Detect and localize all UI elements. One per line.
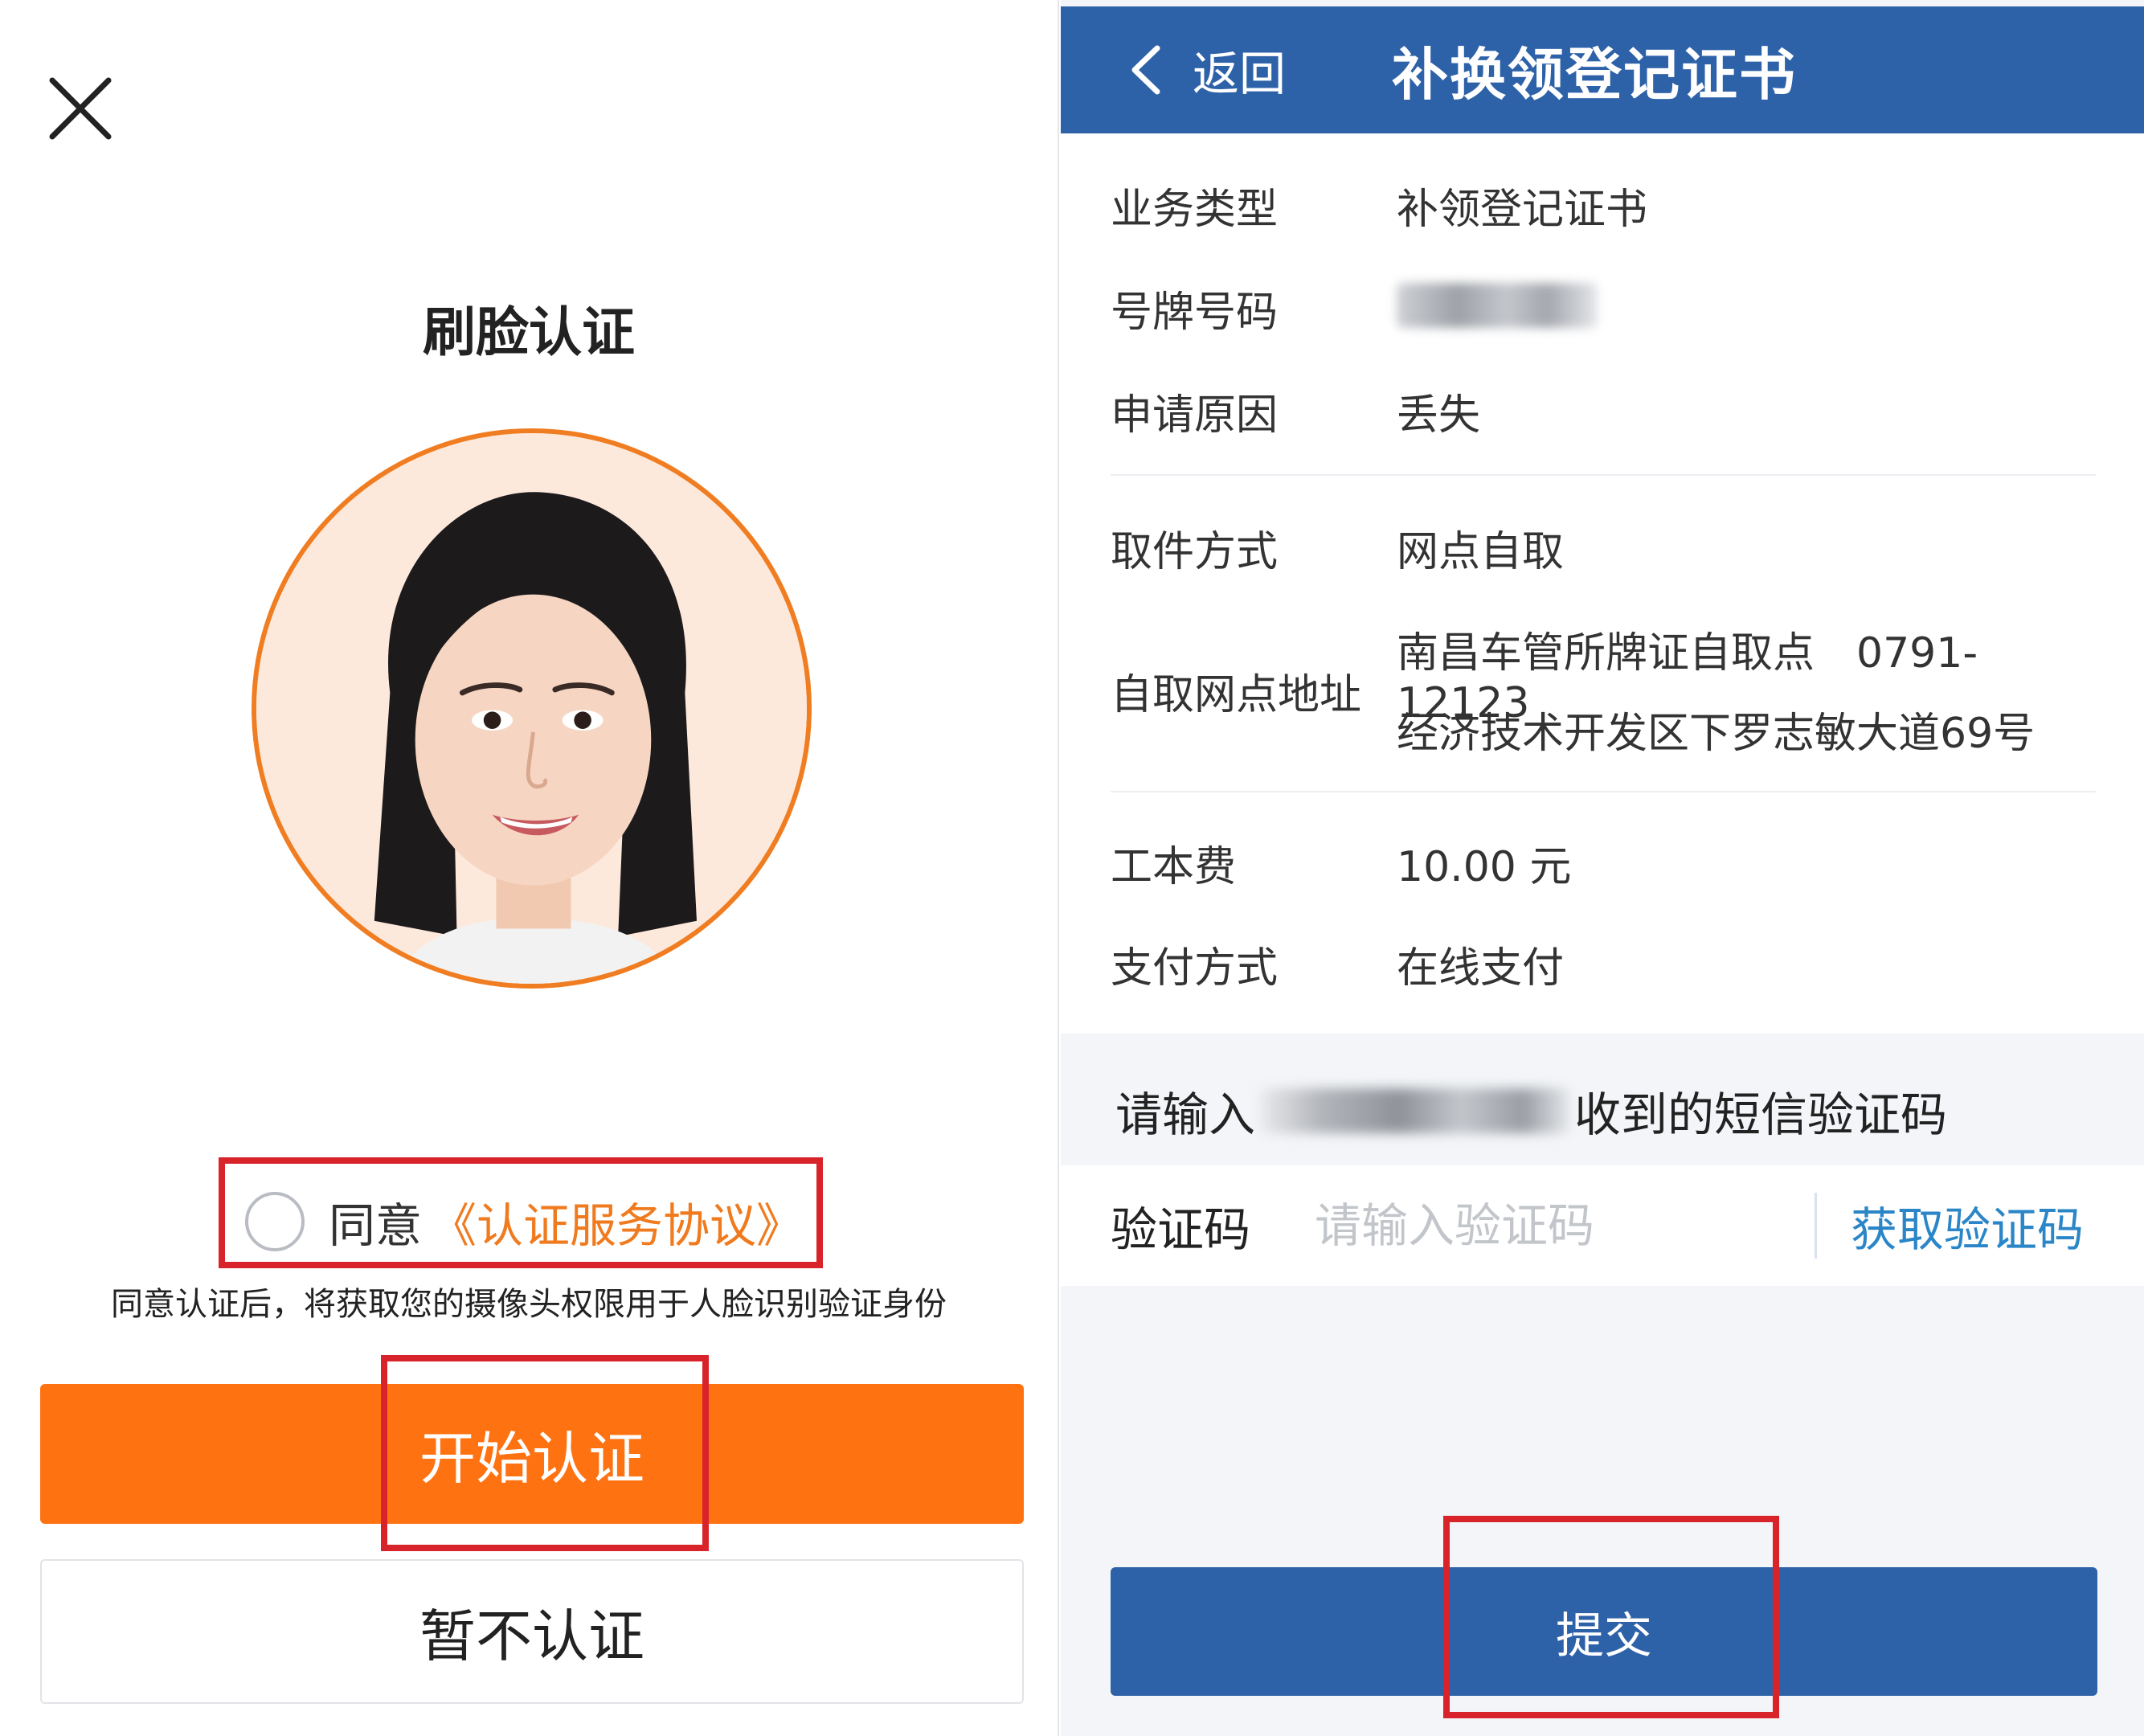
submit-button[interactable]: 提交 [1111,1567,2097,1696]
close-icon [49,77,112,140]
field-value: 经济技术开发区下罗志敏大道69号 [1397,710,2036,758]
field-label: 取件方式 [1111,528,1279,576]
field-label: 号牌号码 [1111,289,1279,337]
face-auth-panel: 刷脸认证 同意 《认证服务协议》 同意认证后，将获取您的摄像头权限用于人脸识别验… [0,0,1058,1736]
reissue-form-panel: 返回 补换领登记证书 业务类型 补领登记证书 号牌号码 申请原因 丢失 取件方式… [1061,0,2144,1736]
sms-prompt-suffix: 收到的短信验证码 [1574,1087,1948,1142]
back-label: 返回 [1193,47,1287,101]
field-value: 10.00 元 [1397,843,1572,891]
section-divider [1111,791,2096,792]
start-auth-button[interactable]: 开始认证 [40,1384,1024,1524]
redacted-phone-number [1260,1088,1570,1133]
chevron-left-icon [1131,45,1160,95]
field-value: 网点自取 [1397,528,1565,576]
verification-code-input[interactable] [1315,1194,1829,1258]
page-title: 刷脸认证 [423,301,635,363]
sms-prompt: 请输入 收到的短信验证码 [1115,1077,1947,1144]
field-label: 支付方式 [1111,944,1279,993]
order-info-card: 业务类型 补领登记证书 号牌号码 申请原因 丢失 取件方式 网点自取 自取网点地… [1061,133,2144,1034]
panel-divider [1058,0,1059,1736]
page-title: 补换领登记证书 [1392,41,1797,108]
field-label: 工本费 [1111,843,1237,891]
field-label: 自取网点地址 [1111,671,1362,719]
get-code-button[interactable]: 获取验证码 [1851,1165,2084,1286]
field-label: 业务类型 [1111,186,1279,234]
agreement-row: 同意 《认证服务协议》 [245,1181,803,1262]
section-divider [1111,474,2096,476]
face-sample-avatar [252,428,812,989]
nav-header: 返回 补换领登记证书 [1061,6,2144,133]
redacted-plate-number [1397,283,1598,328]
agree-label: 同意 [329,1198,423,1253]
back-button[interactable]: 返回 [1125,6,1286,133]
field-value: 补领登记证书 [1397,186,1648,234]
portrait-illustration [256,433,807,984]
agreement-link[interactable]: 《认证服务协议》 [430,1188,803,1255]
vertical-divider [1815,1193,1817,1259]
verification-code-row: 验证码 获取验证码 [1061,1165,2144,1286]
field-value: 在线支付 [1397,944,1565,993]
agree-radio[interactable] [245,1192,305,1251]
close-button[interactable] [44,72,117,145]
sms-prompt-prefix: 请输入 [1115,1087,1256,1142]
field-label: 申请原因 [1111,391,1279,440]
code-label: 验证码 [1111,1202,1251,1257]
camera-permission-note: 同意认证后，将获取您的摄像头权限用于人脸识别验证身份 [111,1286,947,1323]
field-value: 丢失 [1397,391,1481,440]
skip-auth-button[interactable]: 暂不认证 [40,1559,1024,1704]
